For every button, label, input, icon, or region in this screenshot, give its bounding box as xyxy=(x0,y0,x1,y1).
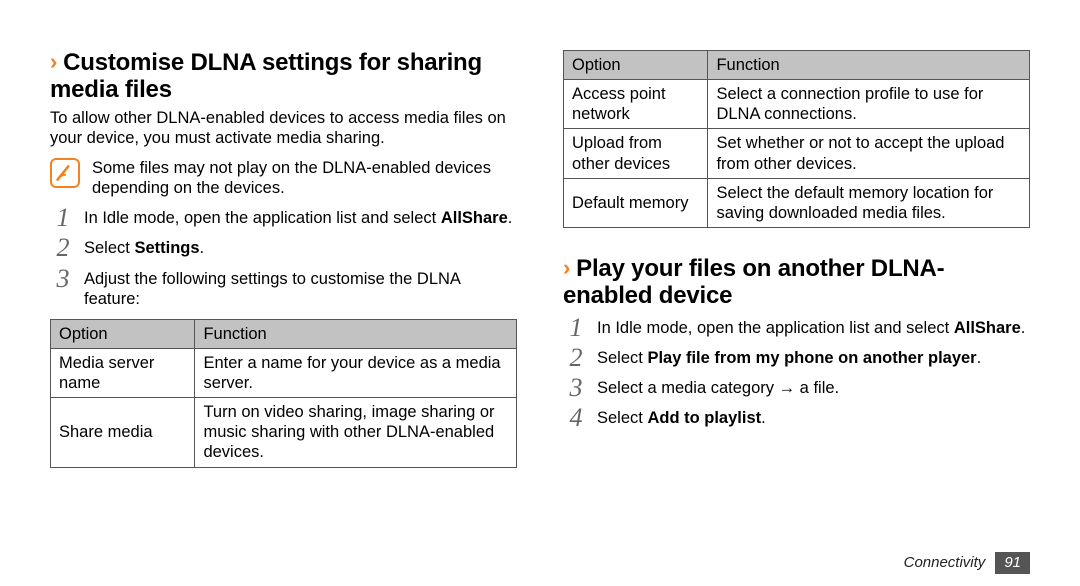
steps-list: 1 In Idle mode, open the application lis… xyxy=(50,208,517,309)
chevron-right-icon: › xyxy=(50,51,57,73)
chevron-right-icon: › xyxy=(563,257,570,279)
step-text: Adjust the following settings to customi… xyxy=(84,270,460,308)
table-row: Share media Turn on video sharing, image… xyxy=(51,398,517,467)
table-row: Default memory Select the default memory… xyxy=(564,178,1030,227)
step-item: 3 Select a media category → a file. xyxy=(563,378,1030,398)
table-header: Option xyxy=(564,51,708,80)
table-row: Access point network Select a connection… xyxy=(564,80,1030,129)
steps-list: 1 In Idle mode, open the application lis… xyxy=(563,318,1030,429)
table-cell: Share media xyxy=(51,398,195,467)
manual-page: ›Customise DLNA settings for sharing med… xyxy=(0,0,1080,586)
step-item: 2 Select Settings. xyxy=(50,238,517,258)
heading-text: Play your files on another DLNA-enabled … xyxy=(563,255,944,309)
step-number: 2 xyxy=(563,342,589,374)
step-item: 4 Select Add to playlist. xyxy=(563,408,1030,428)
step-number: 3 xyxy=(50,263,76,295)
step-text: . xyxy=(977,349,982,367)
step-number: 1 xyxy=(50,202,76,234)
step-number: 1 xyxy=(563,312,589,344)
page-footer: Connectivity 91 xyxy=(904,552,1030,574)
step-text: . xyxy=(508,209,513,227)
table-header: Function xyxy=(708,51,1030,80)
table-header: Option xyxy=(51,319,195,348)
step-text-bold: Settings xyxy=(134,239,199,257)
table-header-row: Option Function xyxy=(51,319,517,348)
table-cell: Enter a name for your device as a media … xyxy=(195,348,517,397)
step-text: Select xyxy=(597,349,647,367)
step-number: 3 xyxy=(563,372,589,404)
step-text: In Idle mode, open the application list … xyxy=(597,319,954,337)
options-table: Option Function Media server name Enter … xyxy=(50,319,517,468)
step-text: . xyxy=(1021,319,1026,337)
table-row: Upload from other devices Set whether or… xyxy=(564,129,1030,178)
table-cell: Turn on video sharing, image sharing or … xyxy=(195,398,517,467)
step-number: 4 xyxy=(563,402,589,434)
section-heading-play: ›Play your files on another DLNA-enabled… xyxy=(563,256,1030,310)
step-text: Select xyxy=(597,409,647,427)
table-cell: Default memory xyxy=(564,178,708,227)
note-icon xyxy=(50,158,80,188)
options-table: Option Function Access point network Sel… xyxy=(563,50,1030,228)
step-text: . xyxy=(761,409,766,427)
table-cell: Select the default memory location for s… xyxy=(708,178,1030,227)
step-item: 1 In Idle mode, open the application lis… xyxy=(50,208,517,228)
right-column: Option Function Access point network Sel… xyxy=(563,50,1030,586)
table-row: Media server name Enter a name for your … xyxy=(51,348,517,397)
table-cell: Select a connection profile to use for D… xyxy=(708,80,1030,129)
heading-text: Customise DLNA settings for sharing medi… xyxy=(50,49,482,103)
step-item: 1 In Idle mode, open the application lis… xyxy=(563,318,1030,338)
step-text-bold: AllShare xyxy=(954,319,1021,337)
footer-section: Connectivity xyxy=(904,554,986,571)
step-number: 2 xyxy=(50,232,76,264)
step-text: . xyxy=(200,239,205,257)
section-heading-customise: ›Customise DLNA settings for sharing med… xyxy=(50,50,517,104)
table-cell: Media server name xyxy=(51,348,195,397)
table-cell: Set whether or not to accept the upload … xyxy=(708,129,1030,178)
table-cell: Access point network xyxy=(564,80,708,129)
step-text: In Idle mode, open the application list … xyxy=(84,209,441,227)
step-text-bold: AllShare xyxy=(441,209,508,227)
step-text-bold: Play file from my phone on another playe… xyxy=(647,349,976,367)
step-item: 2 Select Play file from my phone on anot… xyxy=(563,348,1030,368)
step-text: Select xyxy=(84,239,134,257)
table-header: Function xyxy=(195,319,517,348)
table-header-row: Option Function xyxy=(564,51,1030,80)
step-item: 3 Adjust the following settings to custo… xyxy=(50,269,517,309)
step-text: Select a media category → a file. xyxy=(597,379,839,397)
table-cell: Upload from other devices xyxy=(564,129,708,178)
note-text: Some files may not play on the DLNA-enab… xyxy=(92,158,517,198)
left-column: ›Customise DLNA settings for sharing med… xyxy=(50,50,517,586)
page-number: 91 xyxy=(995,552,1030,574)
lead-paragraph: To allow other DLNA-enabled devices to a… xyxy=(50,108,517,148)
step-text-bold: Add to playlist xyxy=(647,409,761,427)
note-box: Some files may not play on the DLNA-enab… xyxy=(50,158,517,198)
